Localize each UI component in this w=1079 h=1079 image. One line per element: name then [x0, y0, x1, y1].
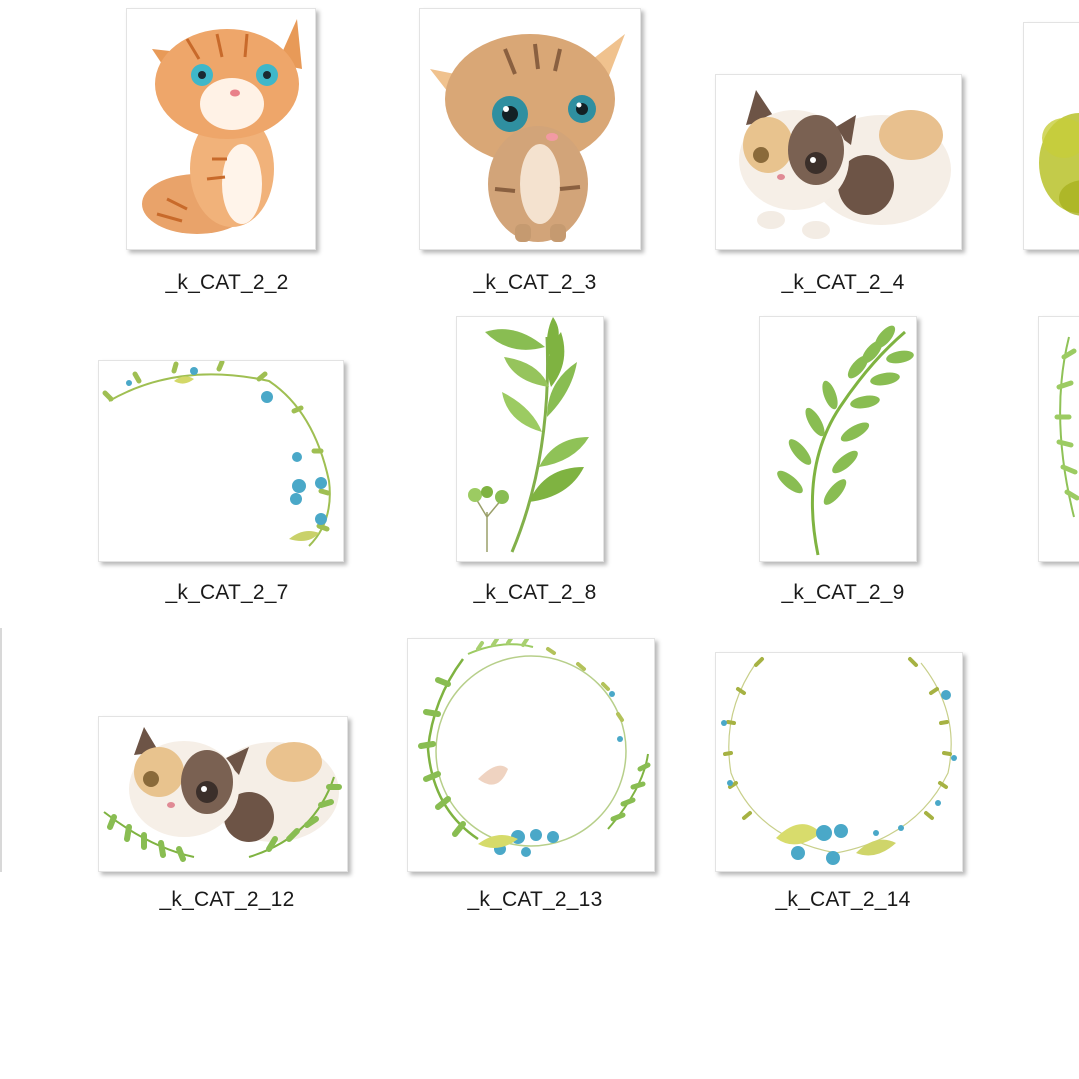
file-item[interactable]: _k_CAT_2_14 [693, 620, 993, 930]
file-name-label: _k_CAT_2_14 [775, 888, 911, 911]
tabby-kitten-big-eyes-art [430, 34, 625, 242]
calico-kitten-with-leaves-art [103, 727, 342, 862]
orange-tabby-kitten-art [142, 19, 302, 234]
file-item[interactable]: _k_CAT_2_4 [693, 0, 993, 310]
file-item[interactable] [1001, 310, 1079, 620]
green-leaf-branch-art [468, 317, 589, 553]
kitten-illustration-icon[interactable] [126, 8, 316, 250]
kitten-illustration-icon[interactable] [419, 8, 641, 250]
file-name-label: _k_CAT_2_12 [159, 888, 295, 911]
floral-wreath-icon[interactable] [98, 360, 344, 562]
watercolor-splash-icon[interactable] [1023, 22, 1079, 250]
leaf-wreath-partial-art [1054, 336, 1079, 518]
file-item[interactable]: _k_CAT_2_9 [693, 310, 993, 620]
file-item[interactable] [1001, 0, 1079, 310]
kitten-illustration-icon[interactable] [715, 74, 962, 250]
file-name-label: _k_CAT_2_8 [473, 581, 597, 604]
green-leaf-wreath-art [418, 639, 651, 857]
partial-item-edge [0, 628, 2, 872]
floral-wreath-icon[interactable] [407, 638, 655, 872]
kitten-illustration-icon[interactable] [98, 716, 348, 872]
leaf-branch-icon[interactable] [456, 316, 604, 562]
file-name-label: _k_CAT_2_2 [165, 271, 289, 294]
green-fern-branch-art [777, 325, 914, 556]
leaf-branch-icon[interactable] [759, 316, 917, 562]
yellow-green-splash-art [1039, 113, 1079, 216]
file-item[interactable]: _k_CAT_2_12 [77, 620, 377, 930]
file-name-label: _k_CAT_2_13 [467, 888, 603, 911]
file-item[interactable]: _k_CAT_2_3 [385, 0, 685, 310]
blue-berry-wreath-art [721, 657, 957, 865]
floral-wreath-icon[interactable] [1038, 316, 1079, 562]
calico-kitten-lying-art [739, 90, 951, 239]
file-grid: _k_CAT_2_2 _k_CAT_2_3 _k_CAT_2_4 _k_CAT_… [0, 0, 1079, 1079]
file-item[interactable]: _k_CAT_2_2 [77, 0, 377, 310]
file-item[interactable]: _k_CAT_2_7 [77, 310, 377, 620]
file-item[interactable]: _k_CAT_2_8 [385, 310, 685, 620]
file-name-label: _k_CAT_2_9 [781, 581, 905, 604]
file-name-label: _k_CAT_2_3 [473, 271, 597, 294]
floral-wreath-icon[interactable] [715, 652, 963, 872]
file-name-label: _k_CAT_2_7 [165, 581, 289, 604]
file-name-label: _k_CAT_2_4 [781, 271, 905, 294]
partial-floral-wreath-art [102, 361, 331, 547]
file-item[interactable]: _k_CAT_2_13 [385, 620, 685, 930]
